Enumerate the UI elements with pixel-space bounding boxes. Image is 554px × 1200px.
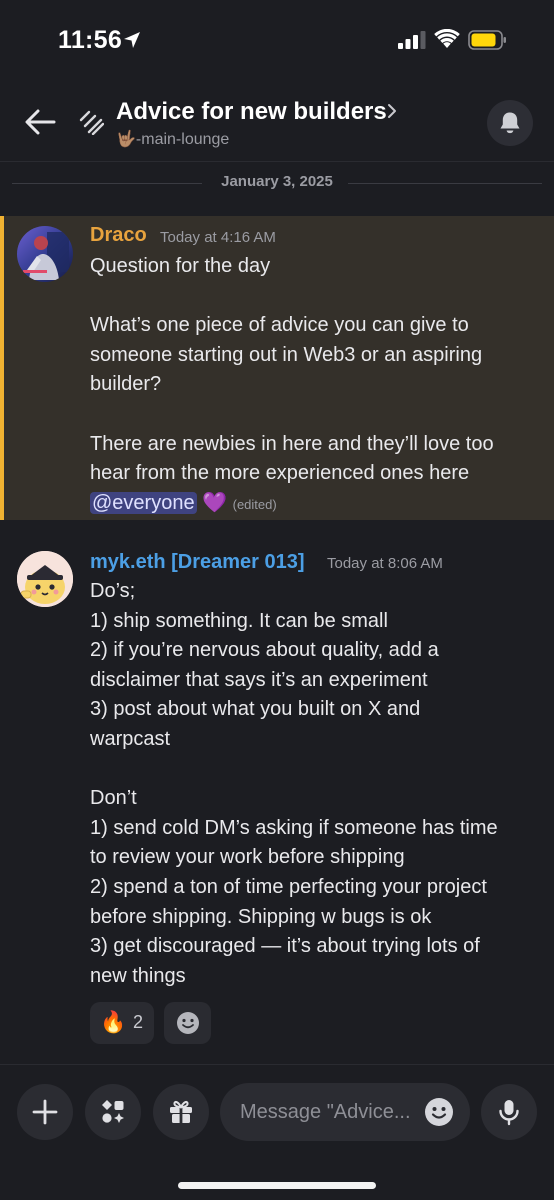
message-line: before shipping. Shipping w bugs is ok	[90, 905, 432, 928]
message-line: 1) ship something. It can be small	[90, 609, 388, 632]
message-input-pill[interactable]	[220, 1083, 470, 1141]
apps-button[interactable]	[85, 1084, 141, 1140]
cellular-signal-icon	[398, 31, 426, 49]
message-line: Question for the day	[90, 255, 271, 277]
parent-channel-name[interactable]: 🤟🏽-main-lounge	[116, 129, 229, 149]
message-line: to review your work before shipping	[90, 846, 405, 869]
avatar-myk-image	[17, 551, 73, 607]
message-line: 3) post about what you built on X and	[90, 698, 421, 721]
message-line: warpcast	[90, 727, 171, 750]
message-line: 1) send cold DM’s asking if someone has …	[90, 816, 498, 839]
message-input[interactable]	[240, 1083, 420, 1141]
message-line	[90, 282, 540, 312]
status-bar: 11:56	[0, 0, 554, 82]
message-timestamp: Today at 8:06 AM	[327, 555, 443, 572]
thread-icon	[79, 110, 104, 135]
message-author[interactable]: Draco	[90, 224, 147, 247]
message-line	[90, 755, 540, 785]
message-line: What’s one piece of advice you can give …	[90, 314, 469, 337]
message-line: 2) if you’re nervous about quality, add …	[90, 639, 439, 662]
voice-message-button[interactable]	[481, 1084, 537, 1140]
edited-label: (edited)	[232, 496, 277, 512]
status-time: 11:56	[58, 26, 123, 54]
avatar-myk[interactable]	[17, 551, 73, 607]
purple-heart-emoji: 💜	[202, 491, 228, 514]
attach-button[interactable]	[17, 1084, 73, 1140]
date-divider: January 3, 2025	[221, 173, 333, 190]
message-line	[90, 400, 540, 430]
message-line: There are newbies in here and they’ll lo…	[90, 432, 494, 455]
notifications-button[interactable]	[487, 100, 533, 146]
plus-icon	[32, 1099, 58, 1125]
message-author[interactable]: myk.eth [Dreamer 013]	[90, 551, 305, 574]
date-divider-line-right	[348, 183, 542, 184]
microphone-icon	[499, 1100, 519, 1126]
reaction-count: 2	[133, 1012, 144, 1032]
add-reaction-icon	[177, 1012, 199, 1034]
message-timestamp: Today at 4:16 AM	[160, 229, 276, 246]
message-line: hear from the more experienced ones here	[90, 462, 470, 485]
reaction-fire[interactable]: 🔥 2	[90, 1002, 154, 1044]
bell-icon	[500, 112, 520, 134]
wifi-icon	[434, 29, 460, 48]
back-arrow-icon[interactable]	[24, 108, 56, 136]
channel-header: Advice for new builders 🤟🏽-main-lounge	[0, 82, 554, 162]
message-line: Don’t	[90, 787, 137, 810]
emoji-picker-icon[interactable]	[424, 1097, 454, 1127]
chevron-right-icon[interactable]	[386, 102, 398, 120]
add-reaction-button[interactable]	[164, 1002, 211, 1044]
message-line: someone starting out in Web3 or an aspir…	[90, 343, 483, 366]
message-line-mention: @everyone 💜 (edited)	[90, 489, 540, 520]
fire-emoji: 🔥	[100, 1011, 127, 1034]
message-line: 3) get discouraged — it’s about trying l…	[90, 935, 480, 958]
avatar-draco-image	[17, 226, 73, 282]
message-content: Question for the day What’s one piece of…	[90, 252, 540, 519]
message-line: disclaimer that says it’s an experiment	[90, 668, 428, 691]
message-composer	[0, 1064, 554, 1200]
message-line: builder?	[90, 373, 162, 396]
battery-low-power-icon	[468, 30, 506, 50]
message-line: Do’s;	[90, 580, 136, 602]
message-line: 2) spend a ton of time perfecting your p…	[90, 875, 487, 898]
gift-icon	[170, 1100, 192, 1123]
message-content: Do’s; 1) ship something. It can be small…	[90, 577, 540, 991]
apps-icon	[102, 1100, 124, 1123]
location-arrow-icon	[124, 32, 140, 48]
message-line: new things	[90, 964, 186, 987]
everyone-mention[interactable]: @everyone	[90, 491, 197, 514]
home-indicator	[178, 1182, 376, 1189]
gift-button[interactable]	[153, 1084, 209, 1140]
thread-title[interactable]: Advice for new builders	[116, 98, 387, 126]
avatar-draco[interactable]	[17, 226, 73, 282]
